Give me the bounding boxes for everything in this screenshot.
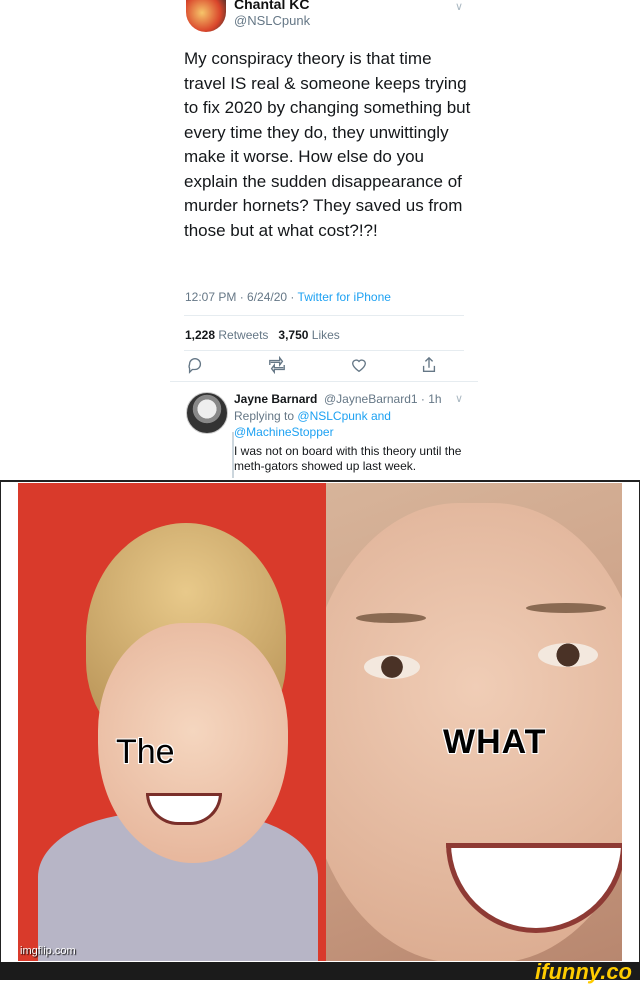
reply-icon[interactable] bbox=[186, 356, 204, 374]
meme-image: The WHAT imgflip.com bbox=[18, 483, 622, 961]
reply-author-name[interactable]: Jayne Barnard bbox=[234, 392, 317, 406]
eye-shape bbox=[364, 655, 420, 679]
divider bbox=[170, 381, 478, 382]
author-avatar[interactable] bbox=[186, 0, 226, 32]
reply-body: I was not on board with this theory unti… bbox=[234, 444, 462, 473]
meme-caption-right: WHAT bbox=[443, 723, 547, 761]
meme-right-panel bbox=[326, 483, 622, 961]
likes-label[interactable]: Likes bbox=[312, 328, 340, 342]
author-handle[interactable]: @NSLCpunk bbox=[234, 13, 310, 28]
divider bbox=[184, 350, 464, 351]
like-icon[interactable] bbox=[350, 356, 368, 374]
tweet-card: Chantal KC @NSLCpunk ∨ My conspiracy the… bbox=[0, 0, 640, 482]
retweets-count[interactable]: 1,228 bbox=[185, 328, 215, 342]
chevron-down-icon[interactable]: ∨ bbox=[455, 0, 463, 13]
tweet-meta: 12:07 PM · 6/24/20 · Twitter for iPhone bbox=[185, 290, 391, 304]
divider bbox=[184, 315, 464, 316]
reply-author-handle[interactable]: @JayneBarnard1 · 1h bbox=[324, 392, 442, 406]
meme-left-panel bbox=[18, 483, 326, 961]
retweets-label[interactable]: Retweets bbox=[218, 328, 268, 342]
tweet-stats: 1,228 Retweets 3,750 Likes bbox=[185, 328, 340, 342]
tweet-time[interactable]: 12:07 PM · 6/24/20 bbox=[185, 290, 287, 304]
footer-bar: ifunny.co bbox=[0, 959, 640, 984]
tweet-actions bbox=[0, 356, 640, 376]
chevron-down-icon[interactable]: ∨ bbox=[455, 392, 463, 405]
brow-shape bbox=[526, 603, 606, 613]
tweet-source[interactable]: Twitter for iPhone bbox=[298, 290, 391, 304]
share-icon[interactable] bbox=[420, 356, 438, 374]
meme-caption-left: The bbox=[116, 733, 175, 771]
eye-shape bbox=[538, 643, 598, 667]
likes-count[interactable]: 3,750 bbox=[278, 328, 308, 342]
author-name[interactable]: Chantal KC bbox=[234, 0, 309, 12]
tweet-body: My conspiracy theory is that time travel… bbox=[184, 49, 471, 240]
imgflip-watermark: imgflip.com bbox=[20, 945, 76, 957]
retweet-icon[interactable] bbox=[268, 356, 286, 374]
reply-author-avatar[interactable] bbox=[186, 392, 228, 434]
replying-to: Replying to @NSLCpunk and @MachineStoppe… bbox=[234, 408, 434, 440]
ifunny-logo[interactable]: ifunny.co bbox=[535, 959, 632, 985]
brow-shape bbox=[356, 613, 426, 623]
replying-to-label: Replying to bbox=[234, 409, 295, 423]
